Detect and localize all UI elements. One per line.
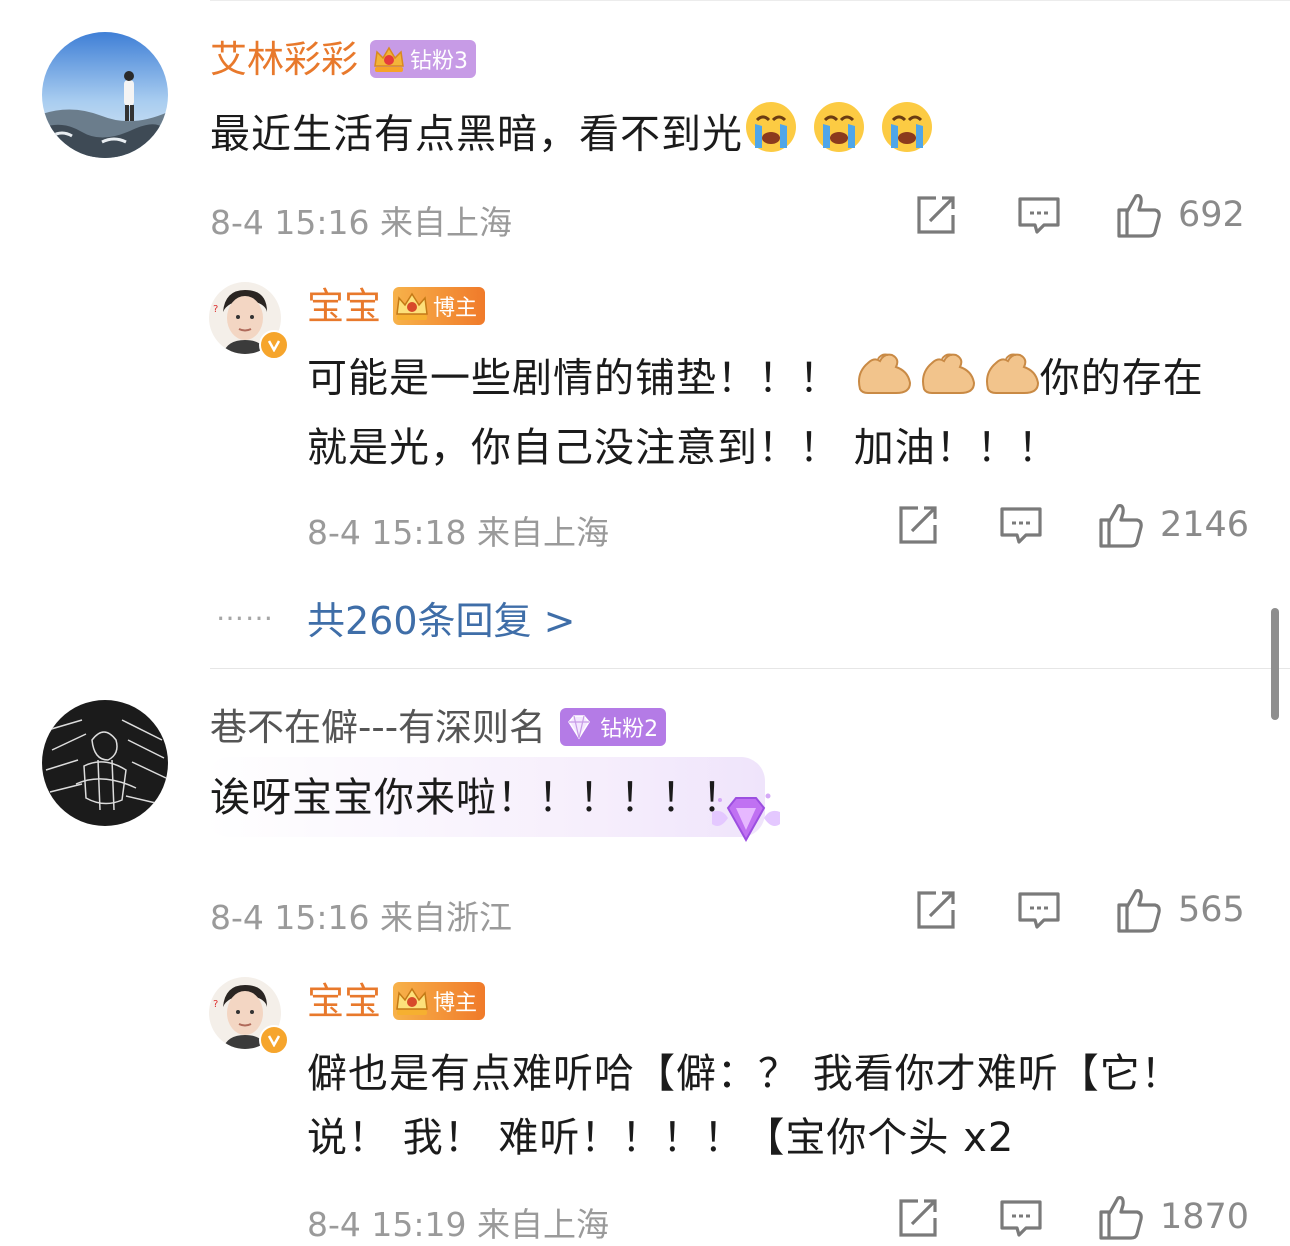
reply-header: 宝宝 博主	[307, 287, 486, 325]
like-icon	[1117, 194, 1161, 238]
svg-text:?: ?	[213, 304, 218, 315]
more-dots: ……	[216, 594, 274, 627]
diamond-sticker-icon	[706, 790, 786, 858]
like-button[interactable]: 2146	[1096, 500, 1249, 550]
like-icon	[1099, 1196, 1143, 1240]
username[interactable]: 宝宝	[307, 983, 381, 1020]
comment-text: 最近生活有点黑暗，看不到光	[210, 98, 939, 175]
share-button[interactable]	[914, 888, 958, 932]
reply-meta: 8-4 15:19 来自上海	[307, 1205, 609, 1244]
comment-icon	[1018, 892, 1060, 929]
verified-icon	[259, 1025, 289, 1055]
diamond-icon	[560, 708, 598, 746]
reply-text: 僻也是有点难听哈【僻：？ 我看你才难听【它！ 说！ 我！ 难听！！！！【宝你个头…	[307, 1051, 1182, 1161]
comment-meta: 8-4 15:16 来自浙江	[210, 898, 512, 937]
comment-button[interactable]	[1016, 193, 1062, 239]
share-icon	[917, 196, 955, 234]
share-icon	[917, 891, 955, 929]
blogger-badge[interactable]: 博主	[393, 287, 486, 325]
comment-icon	[1000, 507, 1042, 544]
share-icon	[899, 1199, 937, 1237]
crown-icon	[370, 40, 408, 78]
avatar[interactable]	[42, 700, 168, 826]
comment-button[interactable]	[998, 503, 1044, 549]
like-button[interactable]: 565	[1114, 885, 1245, 935]
like-button[interactable]: 692	[1114, 190, 1245, 240]
comment-header: 巷不在僻---有深则名 钻粉2	[210, 708, 667, 746]
svg-text:?: ?	[213, 999, 218, 1010]
share-button[interactable]	[896, 1196, 940, 1240]
share-button[interactable]	[896, 503, 940, 547]
avatar[interactable]	[42, 32, 168, 158]
comment-meta: 8-4 15:16 来自上海	[210, 203, 512, 242]
comment-text: 诶呀宝宝你来啦！！！！！！	[210, 775, 743, 821]
reply-text: 可能是一些剧情的铺垫！！！ 你的存在 就是光，你自己没注意到！！ 加油！！！	[307, 345, 1247, 480]
crown-icon	[393, 982, 431, 1020]
comment-divider	[210, 668, 1290, 669]
username[interactable]: 宝宝	[307, 288, 381, 325]
share-icon	[899, 506, 937, 544]
comment-button[interactable]	[1016, 888, 1062, 934]
reply-header: 宝宝 博主	[307, 982, 486, 1020]
share-button[interactable]	[914, 193, 958, 237]
view-replies-link[interactable]: 共260条回复 >	[307, 590, 575, 645]
reply-meta: 8-4 15:18 来自上海	[307, 513, 609, 552]
username[interactable]: 艾林彩彩	[210, 41, 358, 78]
comment-button[interactable]	[998, 1196, 1044, 1242]
flexed-biceps-icon	[854, 345, 1040, 416]
like-button[interactable]: 1870	[1096, 1192, 1249, 1242]
blogger-badge[interactable]: 博主	[393, 982, 486, 1020]
fan-badge[interactable]: 钻粉2	[560, 708, 667, 746]
crying-face-icon	[743, 98, 939, 175]
verified-icon	[259, 330, 289, 360]
like-icon	[1117, 889, 1161, 933]
comment-icon	[1018, 197, 1060, 234]
fan-badge[interactable]: 钻粉3	[370, 40, 476, 78]
top-divider	[210, 0, 1290, 1]
username[interactable]: 巷不在僻---有深则名	[210, 709, 546, 746]
like-icon	[1099, 504, 1143, 548]
crown-icon	[393, 287, 431, 325]
comment-icon	[1000, 1200, 1042, 1237]
scrollbar[interactable]	[1271, 608, 1279, 720]
comment-header: 艾林彩彩 钻粉3	[210, 40, 476, 78]
